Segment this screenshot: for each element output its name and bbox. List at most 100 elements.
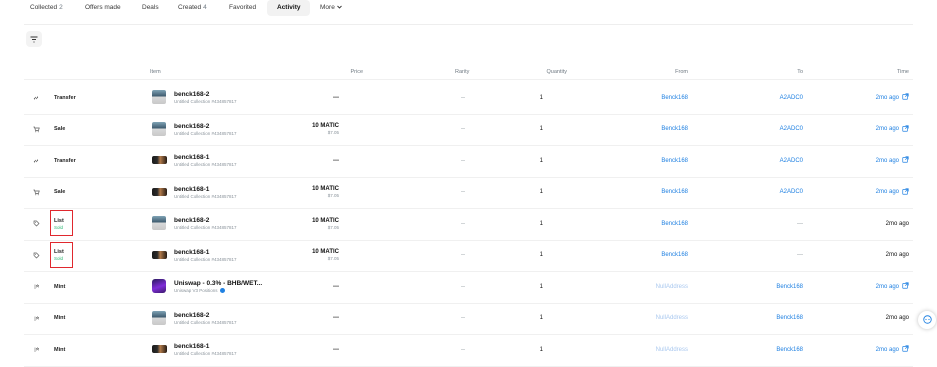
rarity-value: -- bbox=[461, 94, 465, 101]
item-cell[interactable]: benck168-1 Untitled Collection #434857817 bbox=[174, 145, 237, 177]
from-link[interactable]: NullAddress bbox=[656, 271, 688, 303]
external-link-icon[interactable] bbox=[902, 156, 909, 165]
table-row[interactable]: List Sold benck168-1 Untitled Collection #4… bbox=[24, 240, 913, 272]
item-name[interactable]: benck168-2 bbox=[174, 312, 209, 319]
tab-deals[interactable]: Deals bbox=[142, 0, 159, 16]
item-thumbnail[interactable] bbox=[152, 156, 167, 164]
item-name[interactable]: benck168-1 bbox=[174, 343, 209, 350]
time-value[interactable]: 2mo ago bbox=[876, 347, 899, 353]
item-collection[interactable]: Untitled Collection #434857817 bbox=[174, 257, 237, 262]
external-link-icon[interactable] bbox=[902, 188, 909, 197]
table-row[interactable]: Mint Uniswap - 0.3% - BHB/WET... Uniswap V… bbox=[24, 271, 913, 304]
item-collection[interactable]: Untitled Collection #434857817 bbox=[174, 162, 237, 167]
table-row[interactable]: Transfer benck168-1 Untitled Collection #4… bbox=[24, 145, 913, 178]
item-collection[interactable]: Untitled Collection #434857817 bbox=[174, 99, 237, 104]
to-link[interactable]: A2ADC0 bbox=[780, 114, 803, 146]
item-collection[interactable]: Untitled Collection #434857817 bbox=[174, 351, 237, 356]
item-thumbnail[interactable] bbox=[152, 310, 166, 325]
item-thumbnail[interactable] bbox=[152, 216, 166, 230]
external-link-icon[interactable] bbox=[902, 345, 909, 354]
to-link[interactable]: A2ADC0 bbox=[780, 177, 803, 209]
item-cell[interactable]: benck168-2 Untitled Collection #434857817 bbox=[174, 82, 237, 114]
tab-more[interactable]: More bbox=[320, 0, 342, 16]
from-link[interactable]: Benck168 bbox=[661, 145, 688, 177]
from-link[interactable]: NullAddress bbox=[656, 303, 688, 335]
tab-activity[interactable]: Activity bbox=[267, 0, 311, 16]
to-link[interactable]: Benck168 bbox=[776, 303, 803, 335]
item-thumbnail[interactable] bbox=[152, 187, 167, 196]
item-thumbnail[interactable] bbox=[152, 121, 166, 136]
item-cell[interactable]: benck168-1 Untitled Collection #434857817 bbox=[174, 177, 237, 209]
price-value: --- bbox=[333, 94, 339, 101]
time-cell[interactable]: 2mo ago bbox=[876, 177, 909, 209]
item-thumbnail[interactable] bbox=[152, 250, 167, 259]
item-collection[interactable]: Untitled Collection #434857817 bbox=[174, 194, 237, 199]
collection-name[interactable]: Untitled Collection #434857817 bbox=[174, 225, 237, 230]
item-name[interactable]: benck168-2 bbox=[174, 91, 209, 98]
item-name[interactable]: benck168-1 bbox=[174, 154, 209, 161]
time-cell[interactable]: 2mo ago bbox=[876, 271, 909, 303]
from-link[interactable]: Benck168 bbox=[661, 240, 688, 272]
time-cell[interactable]: 2mo ago bbox=[876, 114, 909, 146]
item-thumbnail[interactable] bbox=[152, 279, 166, 293]
collection-name[interactable]: Untitled Collection #434857817 bbox=[174, 320, 237, 325]
item-collection[interactable]: Untitled Collection #434857817 bbox=[174, 225, 237, 230]
from-link[interactable]: Benck168 bbox=[661, 82, 688, 114]
time-value[interactable]: 2mo ago bbox=[876, 189, 899, 195]
external-link-icon[interactable] bbox=[902, 125, 909, 134]
to-link[interactable]: Benck168 bbox=[776, 271, 803, 303]
item-name[interactable]: benck168-1 bbox=[174, 249, 209, 256]
collection-name[interactable]: Untitled Collection #434857817 bbox=[174, 162, 237, 167]
from-link[interactable]: Benck168 bbox=[661, 114, 688, 146]
collection-name[interactable]: Untitled Collection #434857817 bbox=[174, 194, 237, 199]
to-link[interactable]: A2ADC0 bbox=[780, 82, 803, 114]
item-collection[interactable]: Uniswap V3 Positions bbox=[174, 288, 225, 294]
table-row[interactable]: Mint benck168-1 Untitled Collection #43485… bbox=[24, 334, 913, 367]
collection-name[interactable]: Untitled Collection #434857817 bbox=[174, 257, 237, 262]
item-name[interactable]: benck168-2 bbox=[174, 217, 209, 224]
table-row[interactable]: Mint benck168-2 Untitled Collection #43485… bbox=[24, 303, 913, 335]
external-link-icon[interactable] bbox=[902, 282, 909, 291]
table-row[interactable]: Sale benck168-1 Untitled Collection #43485… bbox=[24, 177, 913, 209]
collection-name[interactable]: Untitled Collection #434857817 bbox=[174, 99, 237, 104]
table-row[interactable]: List Sold benck168-2 Untitled Collection #4… bbox=[24, 208, 913, 241]
time-value[interactable]: 2mo ago bbox=[876, 95, 899, 101]
from-link[interactable]: Benck168 bbox=[661, 208, 688, 240]
from-link[interactable]: NullAddress bbox=[656, 334, 688, 366]
collection-name[interactable]: Untitled Collection #434857817 bbox=[174, 351, 237, 356]
item-cell[interactable]: benck168-2 Untitled Collection #434857817 bbox=[174, 303, 237, 335]
tab-collected[interactable]: Collected 2 bbox=[30, 0, 63, 16]
item-collection[interactable]: Untitled Collection #434857817 bbox=[174, 320, 237, 325]
table-row[interactable]: Transfer benck168-2 Untitled Collection #4… bbox=[24, 82, 913, 115]
item-cell[interactable]: benck168-1 Untitled Collection #434857817 bbox=[174, 240, 237, 272]
to-link[interactable]: A2ADC0 bbox=[780, 145, 803, 177]
item-thumbnail[interactable] bbox=[152, 345, 167, 353]
item-name[interactable]: benck168-2 bbox=[174, 123, 209, 130]
filter-button[interactable] bbox=[26, 31, 42, 47]
tab-offers-made[interactable]: Offers made bbox=[85, 0, 121, 16]
collection-name[interactable]: Untitled Collection #434857817 bbox=[174, 131, 237, 136]
item-thumbnail[interactable] bbox=[152, 90, 166, 104]
item-cell[interactable]: benck168-2 Untitled Collection #434857817 bbox=[174, 114, 237, 146]
time-value[interactable]: 2mo ago bbox=[876, 158, 899, 164]
time-cell[interactable]: 2mo ago bbox=[876, 145, 909, 177]
to-link[interactable]: Benck168 bbox=[776, 334, 803, 366]
item-collection[interactable]: Untitled Collection #434857817 bbox=[174, 131, 237, 136]
tab-created[interactable]: Created 4 bbox=[178, 0, 207, 16]
collection-name[interactable]: Uniswap V3 Positions bbox=[174, 288, 218, 293]
item-cell[interactable]: Uniswap - 0.3% - BHB/WET... Uniswap V3 Po… bbox=[174, 271, 262, 303]
item-name[interactable]: Uniswap - 0.3% - BHB/WET... bbox=[174, 280, 262, 287]
from-link[interactable]: Benck168 bbox=[661, 177, 688, 209]
item-name[interactable]: benck168-1 bbox=[174, 186, 209, 193]
price-cell: 10 MATIC $7.05 bbox=[312, 114, 339, 146]
time-value[interactable]: 2mo ago bbox=[876, 284, 899, 290]
tab-favorited[interactable]: Favorited bbox=[229, 0, 256, 16]
chat-button[interactable] bbox=[918, 311, 936, 329]
item-cell[interactable]: benck168-2 Untitled Collection #434857817 bbox=[174, 208, 237, 240]
item-cell[interactable]: benck168-1 Untitled Collection #434857817 bbox=[174, 334, 237, 366]
external-link-icon[interactable] bbox=[902, 93, 909, 102]
time-value[interactable]: 2mo ago bbox=[876, 126, 899, 132]
time-cell[interactable]: 2mo ago bbox=[876, 334, 909, 366]
table-row[interactable]: Sale benck168-2 Untitled Collection #43485… bbox=[24, 114, 913, 146]
time-cell[interactable]: 2mo ago bbox=[876, 82, 909, 114]
